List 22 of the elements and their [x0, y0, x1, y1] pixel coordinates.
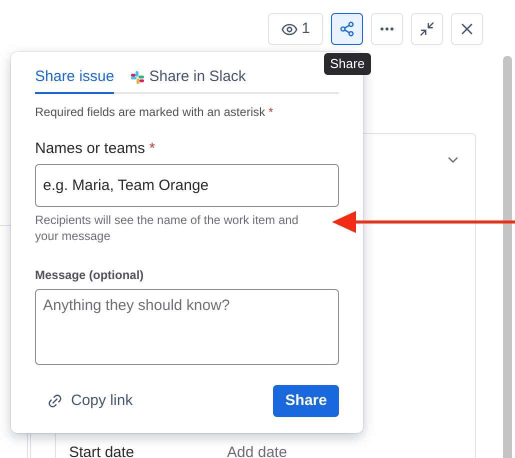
tooltip: Share — [324, 53, 371, 74]
minimize-button[interactable] — [411, 13, 443, 45]
share-submit-button[interactable]: Share — [273, 385, 339, 417]
share-button[interactable] — [331, 13, 363, 45]
tab[interactable]: Share issue — [35, 66, 114, 94]
field-value[interactable]: Add date — [227, 442, 288, 458]
minimize-icon — [419, 21, 435, 37]
tab[interactable]: Share in Slack — [130, 66, 246, 94]
field-label: Start date — [69, 443, 136, 458]
more-button[interactable] — [371, 13, 403, 45]
close-button[interactable] — [451, 13, 483, 45]
slack-icon — [130, 70, 146, 85]
copy-link-button[interactable]: Copy link — [35, 385, 145, 417]
names-field[interactable]: e.g. Maria, Team Orange — [35, 164, 339, 207]
more-icon — [380, 27, 394, 31]
share-icon — [339, 21, 355, 37]
field-label: Message (optional) — [35, 267, 145, 284]
field-label: Names or teams * — [35, 138, 156, 158]
message-field[interactable]: Anything they should know? — [35, 289, 339, 365]
watchers-button[interactable]: 1 — [268, 13, 323, 45]
required-note: Required fields are marked with an asterisk * — [35, 104, 274, 120]
help-text: Recipients will see the name of the work item and your message — [35, 212, 300, 244]
